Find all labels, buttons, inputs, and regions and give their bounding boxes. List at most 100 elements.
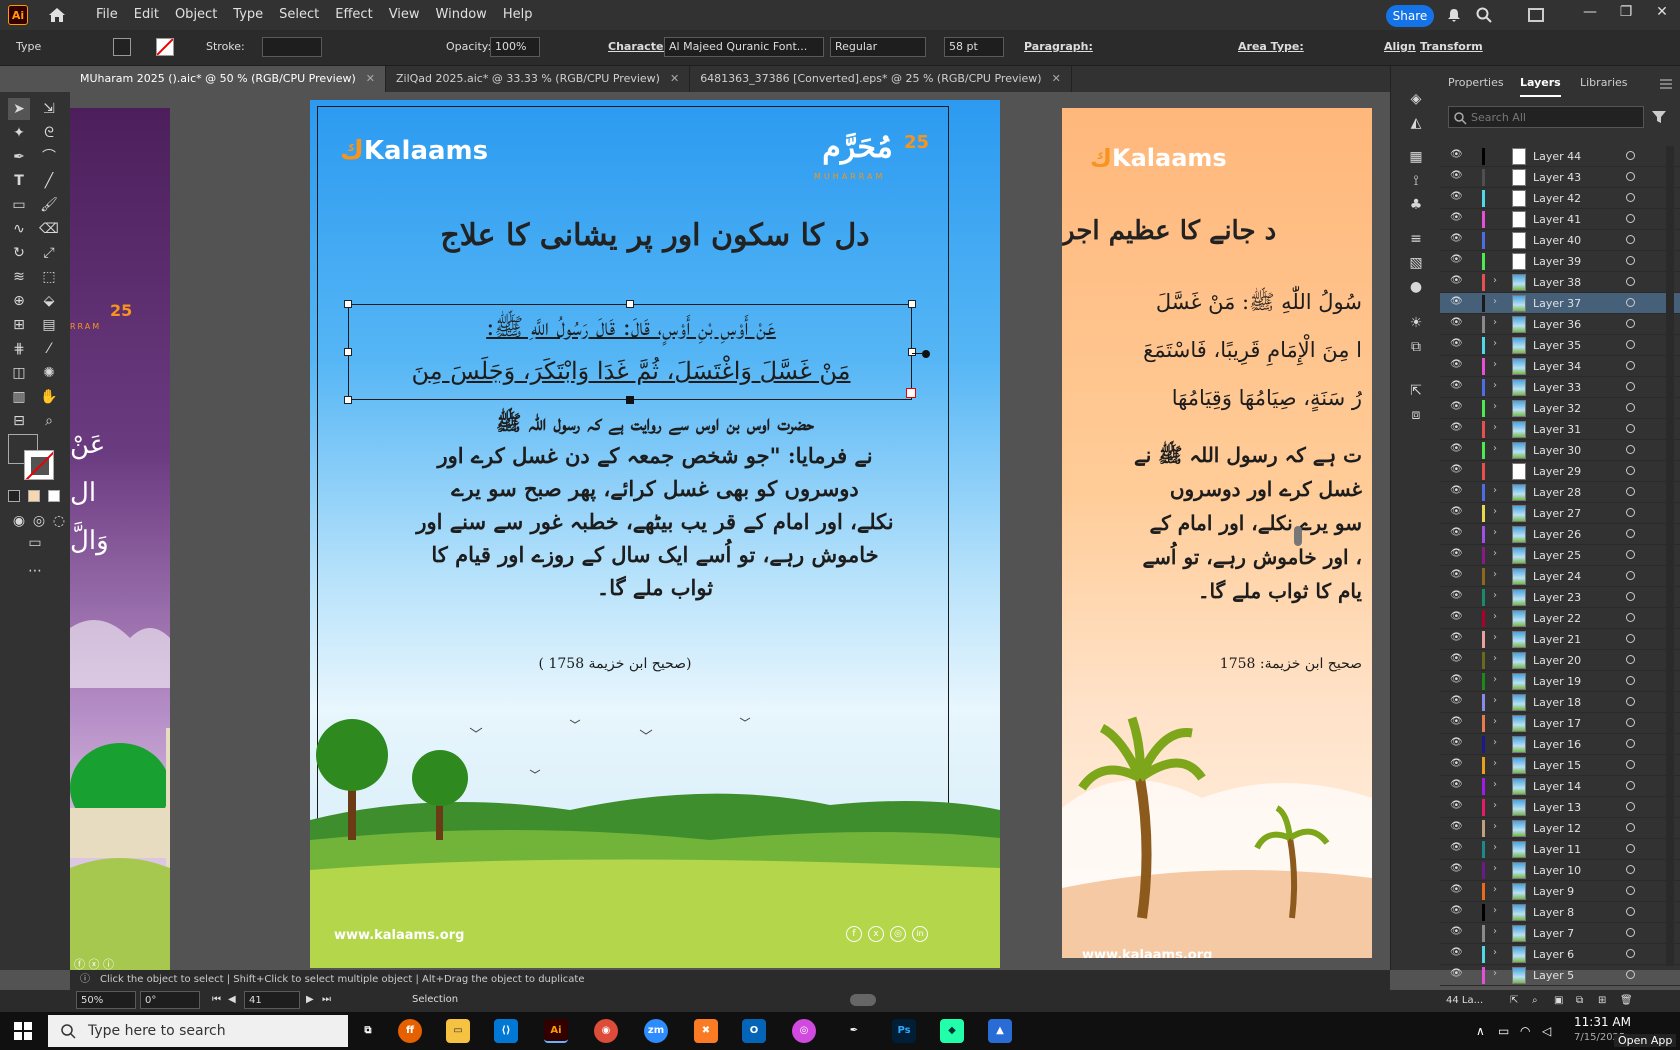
visibility-eye-icon[interactable]: 👁: [1450, 842, 1464, 856]
layer-name[interactable]: Layer 29: [1533, 465, 1581, 478]
layer-name[interactable]: Layer 42: [1533, 192, 1581, 205]
tab-zilqad[interactable]: ZilQad 2025.aic* @ 33.33 % (RGB/CPU Prev…: [386, 66, 691, 92]
share-button[interactable]: Share: [1386, 5, 1434, 27]
right-reference[interactable]: صحیح ابن خزیمة: 1758: [1062, 656, 1362, 672]
target-circle-icon[interactable]: [1626, 340, 1635, 349]
layer-name[interactable]: Layer 14: [1533, 780, 1581, 793]
layer-name[interactable]: Layer 11: [1533, 843, 1581, 856]
first-artboard-icon[interactable]: ⏮: [212, 994, 221, 1005]
draw-inside-icon[interactable]: ◌: [48, 510, 70, 532]
screen-mode-icon[interactable]: ▭: [24, 532, 46, 554]
layer-row[interactable]: 👁 › Layer 6: [1440, 944, 1680, 965]
visibility-eye-icon[interactable]: 👁: [1450, 254, 1464, 268]
expand-chevron-icon[interactable]: ›: [1493, 380, 1497, 391]
menu-effect[interactable]: Effect: [327, 0, 380, 30]
layer-name[interactable]: Layer 36: [1533, 318, 1581, 331]
swatches-icon[interactable]: ▦: [1405, 146, 1427, 168]
appearance-icon[interactable]: ◭: [1405, 112, 1427, 134]
layer-name[interactable]: Layer 7: [1533, 927, 1574, 940]
layer-name[interactable]: Layer 15: [1533, 759, 1581, 772]
last-artboard-icon[interactable]: ⏭: [322, 994, 331, 1005]
none-mode-icon[interactable]: [48, 490, 60, 502]
transparency-icon[interactable]: ●: [1405, 276, 1427, 298]
visibility-eye-icon[interactable]: 👁: [1450, 317, 1464, 331]
layer-name[interactable]: Layer 12: [1533, 822, 1581, 835]
layer-row[interactable]: 👁 › Layer 15: [1440, 755, 1680, 776]
align-label[interactable]: Align: [1384, 40, 1416, 53]
right-urdu-1[interactable]: ت ہے کہ رسول اللہ ﷺ نے: [1062, 438, 1362, 472]
visibility-eye-icon[interactable]: 👁: [1450, 569, 1464, 583]
close-icon[interactable]: ✕: [1652, 4, 1672, 24]
visibility-eye-icon[interactable]: 👁: [1450, 380, 1464, 394]
right-urdu-4[interactable]: ، اور خاموش رہے، تو اُسے: [1062, 540, 1362, 574]
creative-cloud-icon[interactable]: ◎: [792, 1019, 816, 1043]
visibility-eye-icon[interactable]: 👁: [1450, 548, 1464, 562]
panel-menu-icon[interactable]: [1660, 78, 1672, 90]
visibility-eye-icon[interactable]: 👁: [1450, 716, 1464, 730]
expand-chevron-icon[interactable]: ›: [1493, 443, 1497, 454]
eraser-icon[interactable]: ⌫: [38, 218, 60, 240]
layer-row[interactable]: 👁 Layer 39: [1440, 251, 1680, 272]
layer-row[interactable]: 👁 › Layer 8: [1440, 902, 1680, 923]
target-circle-icon[interactable]: [1626, 907, 1635, 916]
eyedropper-icon[interactable]: ⁄: [38, 338, 60, 360]
visibility-eye-icon[interactable]: 👁: [1450, 233, 1464, 247]
right-title[interactable]: د جانے کا عظیم اجر: [1062, 216, 1362, 246]
expand-chevron-icon[interactable]: ›: [1493, 317, 1497, 328]
target-circle-icon[interactable]: [1626, 718, 1635, 727]
layer-name[interactable]: Layer 13: [1533, 801, 1581, 814]
hadith-reference[interactable]: (صحیح ابن خزیمة 1758 ): [310, 656, 960, 672]
visibility-eye-icon[interactable]: 👁: [1450, 191, 1464, 205]
layer-name[interactable]: Layer 34: [1533, 360, 1581, 373]
visibility-eye-icon[interactable]: 👁: [1450, 506, 1464, 520]
selected-text-frame[interactable]: عَنْ أَوْسِ بْنِ أَوْسٍ، قَالَ: قَالَ رَ…: [348, 304, 912, 400]
target-circle-icon[interactable]: [1626, 193, 1635, 202]
layer-name[interactable]: Layer 39: [1533, 255, 1581, 268]
layer-name[interactable]: Layer 8: [1533, 906, 1574, 919]
open-app-badge[interactable]: Open App: [1614, 1034, 1677, 1047]
visibility-eye-icon[interactable]: 👁: [1450, 590, 1464, 604]
minimize-icon[interactable]: —: [1580, 4, 1600, 24]
expand-chevron-icon[interactable]: ›: [1493, 947, 1497, 958]
paragraph-label[interactable]: Paragraph:: [1024, 40, 1093, 53]
target-circle-icon[interactable]: [1626, 844, 1635, 853]
menu-select[interactable]: Select: [271, 0, 327, 30]
x-icon[interactable]: x: [868, 926, 884, 942]
layer-row[interactable]: 👁 › Layer 11: [1440, 839, 1680, 860]
target-circle-icon[interactable]: [1626, 823, 1635, 832]
expand-chevron-icon[interactable]: ›: [1493, 401, 1497, 412]
locate-object-icon[interactable]: ⌕: [1532, 990, 1538, 1012]
layer-name[interactable]: Layer 41: [1533, 213, 1581, 226]
visibility-eye-icon[interactable]: 👁: [1450, 212, 1464, 226]
target-circle-icon[interactable]: [1626, 298, 1635, 307]
rotation-select[interactable]: 0°: [140, 991, 200, 1009]
expand-chevron-icon[interactable]: ›: [1493, 695, 1497, 706]
layer-row[interactable]: 👁 › Layer 21: [1440, 629, 1680, 650]
layer-name[interactable]: Layer 27: [1533, 507, 1581, 520]
target-circle-icon[interactable]: [1626, 466, 1635, 475]
layer-row[interactable]: 👁 › Layer 16: [1440, 734, 1680, 755]
draw-mode-icon[interactable]: ◉: [8, 510, 30, 532]
menu-help[interactable]: Help: [495, 0, 541, 30]
rotate-tool-icon[interactable]: ↻: [8, 242, 30, 264]
font-family-select[interactable]: Al Majeed Quranic Font...: [664, 37, 824, 57]
menu-window[interactable]: Window: [428, 0, 495, 30]
expand-chevron-icon[interactable]: ›: [1493, 884, 1497, 895]
visibility-eye-icon[interactable]: 👁: [1450, 359, 1464, 373]
mesh-tool-icon[interactable]: ⋕: [8, 338, 30, 360]
shaper-tool-icon[interactable]: ∿: [8, 218, 30, 240]
layer-row[interactable]: 👁 Layer 41: [1440, 209, 1680, 230]
type-path-anchor[interactable]: [922, 350, 930, 358]
horizontal-scrollbar[interactable]: [850, 994, 876, 1006]
chrome-icon[interactable]: ◉: [594, 1019, 618, 1043]
target-circle-icon[interactable]: [1626, 235, 1635, 244]
expand-chevron-icon[interactable]: ›: [1493, 275, 1497, 286]
vertical-scrollbar[interactable]: [1294, 526, 1302, 546]
opacity-field[interactable]: 100%: [490, 37, 540, 57]
visibility-eye-icon[interactable]: 👁: [1450, 422, 1464, 436]
xampp-icon[interactable]: ✖: [694, 1019, 718, 1043]
expand-chevron-icon[interactable]: ›: [1493, 569, 1497, 580]
right-urdu-3[interactable]: سو یرے نکلے، اور امام کے: [1062, 506, 1363, 540]
layer-row[interactable]: 👁 › Layer 18: [1440, 692, 1680, 713]
layer-name[interactable]: Layer 19: [1533, 675, 1581, 688]
